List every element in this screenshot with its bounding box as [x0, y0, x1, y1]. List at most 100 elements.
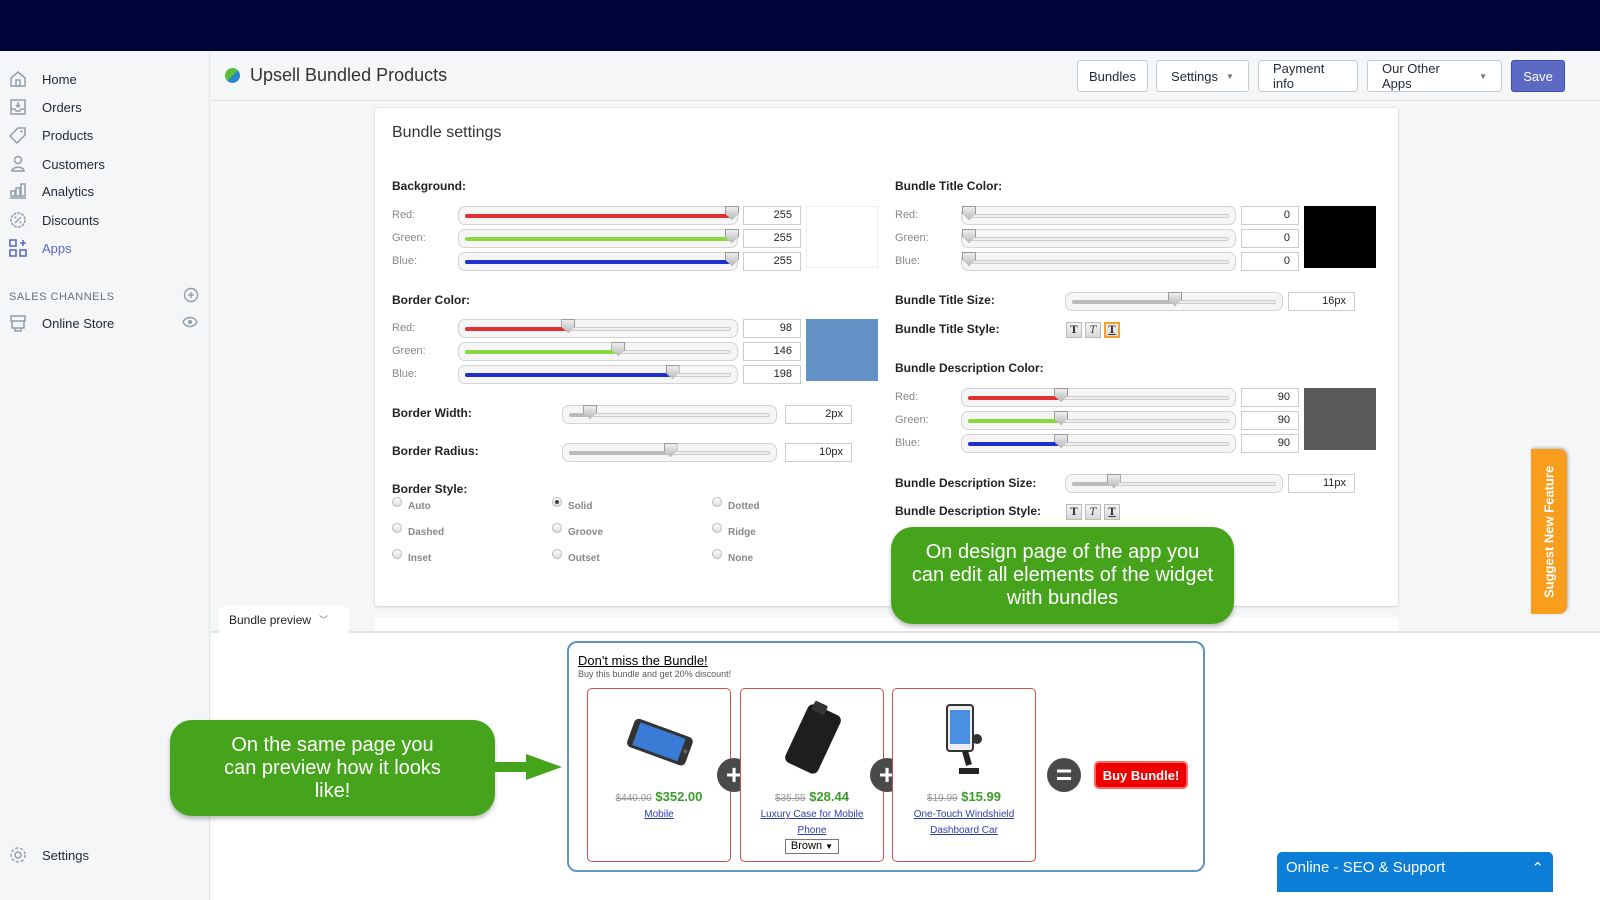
border-color-green-slider[interactable] [458, 342, 738, 361]
title-color-red-slider[interactable] [961, 206, 1236, 225]
title-color-blue-input[interactable]: 0 [1241, 252, 1299, 271]
desc-color-blue-slider[interactable] [961, 434, 1236, 453]
border-color-green-input[interactable]: 146 [743, 342, 801, 361]
product-card: $440.00 $352.00 Mobile [587, 688, 731, 862]
add-channel-icon[interactable] [183, 287, 199, 306]
caret-down-icon: ▼ [1479, 71, 1487, 81]
italic-button[interactable]: T [1085, 322, 1101, 338]
radio-button[interactable] [392, 497, 402, 507]
buy-bundle-button[interactable]: Buy Bundle! [1096, 763, 1186, 787]
variant-value: Brown [790, 840, 823, 852]
card-title: Bundle settings [392, 124, 502, 141]
sales-channels-heading: SALES CHANNELS [9, 287, 199, 306]
radio-button[interactable] [392, 523, 402, 533]
eye-icon[interactable] [182, 316, 198, 331]
underline-button[interactable]: T [1104, 504, 1120, 520]
home-icon [8, 69, 28, 89]
sidebar-item-customers[interactable]: Customers [8, 151, 198, 177]
sidebar-item-label: Orders [42, 99, 82, 115]
sidebar-item-label: Apps [42, 240, 72, 256]
green-label: Green: [392, 232, 426, 244]
desc-color-green-slider[interactable] [961, 411, 1236, 430]
border-style-radio-dotted[interactable]: Dotted [712, 497, 760, 512]
border-radius-slider[interactable] [562, 443, 777, 462]
desc-size-input[interactable]: 11px [1288, 474, 1355, 493]
border-style-radio-dashed[interactable]: Dashed [392, 523, 444, 538]
variant-select[interactable]: Brown ▼ [785, 839, 839, 854]
border-width-input[interactable]: 2px [785, 405, 852, 424]
radio-button[interactable] [712, 523, 722, 533]
payment-info-button[interactable]: Payment info [1258, 60, 1358, 92]
radio-button[interactable] [552, 523, 562, 533]
title-color-green-slider[interactable] [961, 229, 1236, 248]
bundle-preview-tab[interactable]: Bundle preview ﹀ [219, 606, 349, 633]
tag-icon [8, 125, 28, 145]
sidebar-item-home[interactable]: Home [8, 66, 198, 92]
background-blue-input[interactable]: 255 [743, 252, 801, 271]
suggest-feature-tab[interactable]: Suggest New Feature [1531, 449, 1567, 614]
sidebar-item-apps[interactable]: Apps [8, 235, 198, 261]
sidebar-item-products[interactable]: Products [8, 122, 198, 148]
title-style-buttons: T T T [1066, 322, 1120, 338]
save-button[interactable]: Save [1511, 60, 1565, 92]
border-style-radio-outset[interactable]: Outset [552, 549, 600, 564]
radio-button[interactable] [552, 497, 562, 507]
radio-button[interactable] [712, 549, 722, 559]
orders-icon [8, 97, 28, 117]
background-red-slider[interactable] [458, 206, 739, 225]
border-style-radio-solid[interactable]: Solid [552, 497, 592, 512]
title-color-blue-slider[interactable] [961, 252, 1236, 271]
background-green-input[interactable]: 255 [743, 229, 801, 248]
payment-info-label: Payment info [1273, 61, 1325, 91]
border-style-radio-auto[interactable]: Auto [392, 497, 431, 512]
chat-label: Online - SEO & Support [1286, 859, 1446, 876]
widget-title: Don't miss the Bundle! [578, 653, 708, 668]
sidebar-item-discounts[interactable]: Discounts [8, 207, 198, 233]
sidebar-item-orders[interactable]: Orders [8, 94, 198, 120]
radio-button[interactable] [392, 549, 402, 559]
sidebar-item-label: Settings [42, 847, 89, 863]
sidebar-item-analytics[interactable]: Analytics [8, 178, 198, 204]
old-price: $440.00 [615, 793, 652, 804]
sidebar-item-online-store[interactable]: Online Store [8, 310, 198, 336]
border-color-blue-input[interactable]: 198 [743, 365, 801, 384]
product-link[interactable]: One-Touch Windshield Dashboard Car [901, 807, 1027, 839]
bold-button[interactable]: T [1066, 504, 1082, 520]
title-size-input[interactable]: 16px [1288, 292, 1355, 311]
border-style-radio-ridge[interactable]: Ridge [712, 523, 756, 538]
radio-button[interactable] [712, 497, 722, 507]
desc-color-red-input[interactable]: 90 [1241, 388, 1299, 407]
border-style-radio-none[interactable]: None [712, 549, 753, 564]
settings-dropdown-label: Settings [1171, 68, 1219, 84]
radio-button[interactable] [552, 549, 562, 559]
settings-dropdown[interactable]: Settings ▼ [1156, 60, 1249, 92]
border-width-slider[interactable] [562, 405, 777, 424]
sidebar-item-settings[interactable]: Settings [8, 842, 198, 868]
desc-size-slider[interactable] [1065, 474, 1283, 493]
product-link[interactable]: Luxury Case for Mobile Phone [749, 807, 875, 839]
border-color-red-input[interactable]: 98 [743, 319, 801, 338]
radio-label: Groove [568, 527, 604, 538]
title-color-green-input[interactable]: 0 [1241, 229, 1299, 248]
chevron-up-icon[interactable]: ⌃ [1531, 859, 1544, 885]
border-color-red-slider[interactable] [458, 319, 738, 338]
title-size-slider[interactable] [1065, 292, 1283, 311]
desc-color-red-slider[interactable] [961, 388, 1236, 407]
title-color-red-input[interactable]: 0 [1241, 206, 1299, 225]
border-style-radio-groove[interactable]: Groove [552, 523, 604, 538]
desc-color-blue-input[interactable]: 90 [1241, 434, 1299, 453]
border-color-blue-slider[interactable] [458, 365, 738, 384]
bundles-button[interactable]: Bundles [1077, 60, 1148, 92]
italic-button[interactable]: T [1085, 504, 1101, 520]
border-style-radio-inset[interactable]: Inset [392, 549, 431, 564]
background-green-slider[interactable] [458, 229, 739, 248]
bold-button[interactable]: T [1066, 322, 1082, 338]
border-radius-input[interactable]: 10px [785, 443, 852, 462]
product-link[interactable]: Mobile [596, 807, 722, 823]
chat-widget-bar[interactable]: Online - SEO & Support ⌃ [1277, 852, 1553, 892]
other-apps-dropdown[interactable]: Our Other Apps ▼ [1367, 60, 1502, 92]
background-red-input[interactable]: 255 [743, 206, 801, 225]
desc-color-green-input[interactable]: 90 [1241, 411, 1299, 430]
background-blue-slider[interactable] [458, 252, 739, 271]
underline-button[interactable]: T [1104, 322, 1120, 338]
